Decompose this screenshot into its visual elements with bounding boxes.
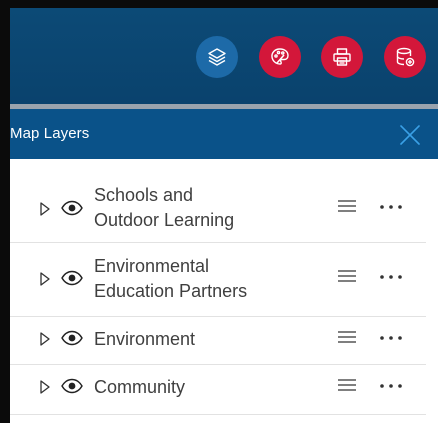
layer-list: Schools and Outdoor Learning Environment… [10,159,438,423]
panel-title: Map Layers [10,125,90,142]
eye-icon [61,330,83,346]
legend-button[interactable] [337,199,357,213]
eye-icon [61,378,83,394]
eye-icon [61,200,83,216]
layer-row[interactable]: Schools and Outdoor Learning [10,173,426,243]
layer-options-button[interactable] [379,383,403,389]
legend-list-icon [338,331,356,343]
close-button[interactable] [398,123,422,147]
caret-right-icon [40,202,50,216]
layer-row[interactable]: Environment [10,317,426,365]
caret-right-icon [40,272,50,286]
legend-button[interactable] [337,378,357,392]
layer-name: Community [94,377,186,397]
layer-options-button[interactable] [379,274,403,280]
visibility-toggle[interactable] [60,378,84,394]
legend-list-icon [338,200,356,212]
app-header [10,8,438,104]
caret-right-icon [40,380,50,394]
visibility-toggle[interactable] [60,270,84,286]
legend-button[interactable] [337,269,357,283]
app-frame: Map Layers Schools and Outdoor Learning … [0,0,438,423]
caret-right-icon [40,332,50,346]
eye-icon [61,270,83,286]
layer-name: Schools and Outdoor Learning [94,185,235,230]
more-horizontal-icon [380,384,402,388]
more-horizontal-icon [380,275,402,279]
layer-row[interactable]: Environmental Education Partners [10,243,426,317]
visibility-toggle[interactable] [60,200,84,216]
layers-icon [208,48,226,66]
legend-button[interactable] [337,330,357,344]
visibility-toggle[interactable] [60,330,84,346]
expand-layer-toggle[interactable] [38,201,52,217]
panel-header: Map Layers [10,109,438,159]
layer-options-button[interactable] [379,335,403,341]
legend-list-icon [338,270,356,282]
more-horizontal-icon [380,336,402,340]
layers-button[interactable] [196,36,238,78]
expand-layer-toggle[interactable] [38,331,52,347]
close-icon [400,125,420,145]
database-add-icon [396,47,415,67]
more-horizontal-icon [380,205,402,209]
layer-row[interactable]: Community [10,365,426,415]
layer-options-button[interactable] [379,204,403,210]
legend-list-icon [338,379,356,391]
symbology-button[interactable] [259,36,301,78]
print-icon [333,48,351,66]
layer-name: Environment [94,329,196,349]
add-data-button[interactable] [384,36,426,78]
layer-name: Environmental Education Partners [94,256,248,301]
expand-layer-toggle[interactable] [38,379,52,395]
palette-icon [271,48,289,65]
print-button[interactable] [321,36,363,78]
expand-layer-toggle[interactable] [38,271,52,287]
